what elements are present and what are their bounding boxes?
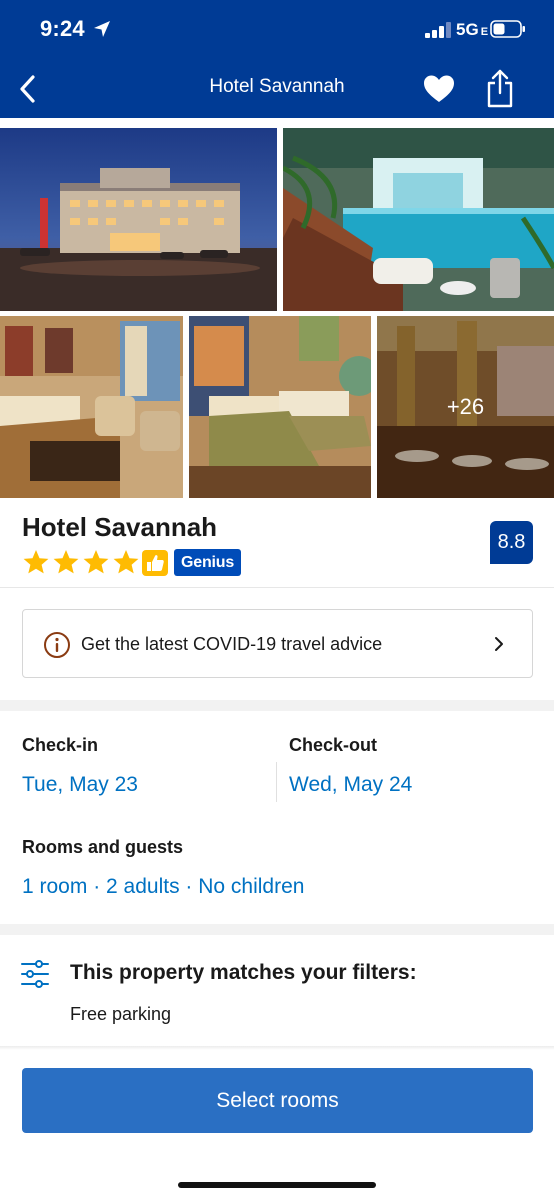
hotel-name: Hotel Savannah bbox=[22, 512, 218, 542]
star-icon bbox=[113, 550, 139, 574]
battery-icon bbox=[490, 20, 525, 38]
location-arrow-icon bbox=[94, 21, 110, 37]
star-icon bbox=[83, 550, 109, 574]
top-bar: 9:24 5G E Hotel Savannah bbox=[0, 0, 554, 118]
hotel-exterior-image bbox=[0, 128, 277, 311]
thumbs-up-glyph bbox=[147, 555, 164, 571]
bedroom-image bbox=[0, 316, 183, 498]
star-icon bbox=[53, 550, 79, 574]
chevron-right-icon bbox=[495, 637, 503, 651]
navigation-bar: Hotel Savannah bbox=[0, 62, 554, 118]
date-divider bbox=[276, 762, 277, 802]
checkout-date[interactable]: Wed, May 24 bbox=[289, 773, 412, 797]
checkin-label: Check-in bbox=[22, 735, 99, 755]
filter-item: Free parking bbox=[70, 1004, 172, 1024]
network-label: 5G bbox=[456, 20, 479, 39]
heart-icon[interactable] bbox=[422, 74, 456, 104]
review-score-badge[interactable]: 8.8 bbox=[490, 521, 533, 564]
checkin-date[interactable]: Tue, May 23 bbox=[22, 773, 138, 797]
genius-badge: Genius bbox=[174, 549, 242, 576]
star-icon bbox=[23, 550, 49, 574]
more-photos-count: +26 bbox=[377, 316, 554, 498]
covid-advice-text: Get the latest COVID-19 travel advice bbox=[81, 634, 383, 654]
divider bbox=[0, 587, 554, 588]
share-icon[interactable] bbox=[484, 68, 516, 108]
filters-match-title: This property matches your filters: bbox=[70, 961, 417, 984]
star-rating bbox=[22, 548, 140, 576]
network-type: 5G E bbox=[456, 20, 488, 40]
photo-pool[interactable] bbox=[283, 128, 554, 311]
photo-bedroom-1[interactable] bbox=[0, 316, 183, 498]
rooms-guests-value[interactable]: 1 room · 2 adults · No children bbox=[22, 875, 304, 899]
rooms-guests-label: Rooms and guests bbox=[22, 837, 184, 857]
select-rooms-button[interactable]: Select rooms bbox=[22, 1068, 533, 1133]
photo-restaurant-more[interactable]: +26 bbox=[377, 316, 554, 498]
section-separator-2 bbox=[0, 924, 554, 935]
section-separator bbox=[0, 700, 554, 711]
cellular-signal-icon bbox=[425, 22, 451, 38]
bottom-bar-shadow bbox=[0, 1046, 554, 1050]
status-bar: 9:24 5G E bbox=[0, 0, 554, 62]
photo-bedroom-2[interactable] bbox=[189, 316, 371, 498]
status-time: 9:24 bbox=[40, 16, 85, 41]
checkout-label: Check-out bbox=[289, 735, 378, 755]
home-indicator bbox=[178, 1182, 376, 1188]
pool-image bbox=[283, 128, 554, 311]
photo-hotel-exterior[interactable] bbox=[0, 128, 277, 311]
info-icon bbox=[44, 632, 70, 658]
network-suffix: E bbox=[480, 26, 489, 38]
covid-advice-banner[interactable]: Get the latest COVID-19 travel advice bbox=[22, 609, 533, 678]
filters-sliders-icon bbox=[21, 960, 49, 988]
twin-bedroom-image bbox=[189, 316, 371, 498]
thumbs-up-icon bbox=[142, 550, 168, 576]
page-title: Hotel Savannah bbox=[209, 76, 345, 97]
photo-gallery: +26 bbox=[0, 118, 554, 498]
